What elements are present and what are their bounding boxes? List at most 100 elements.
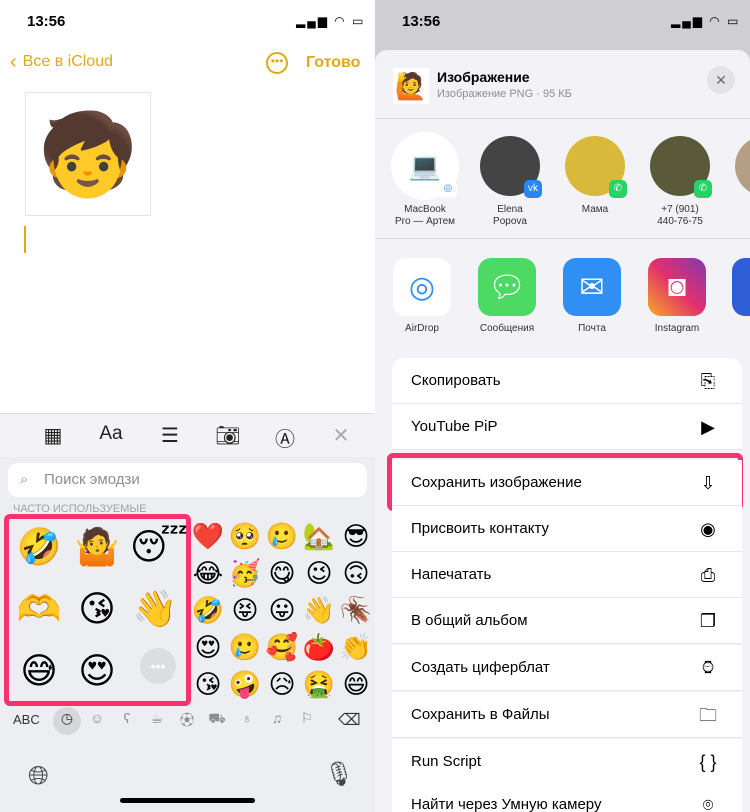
emoji-key[interactable]: 😍 — [190, 629, 226, 665]
app-label: Почта — [578, 323, 606, 334]
app-Сообщения[interactable]: 💬︎ Сообщения — [472, 258, 542, 334]
ball-icon[interactable]: ⚽︎ — [174, 710, 200, 730]
contact-item[interactable]: ✆ +7 (901) 440-76-75 — [640, 136, 720, 228]
clock-icon[interactable]: ◷ — [54, 710, 80, 727]
memoji-sticker[interactable]: 😴 — [130, 522, 188, 572]
car-icon[interactable]: ⛟ — [204, 710, 230, 729]
emoji-key[interactable]: 😎 — [338, 518, 374, 554]
emoji-key[interactable]: 🥺 — [227, 518, 263, 554]
smart-camera-icon: ⌾ — [702, 795, 714, 812]
emoji-key[interactable]: 👋 — [301, 592, 337, 628]
memoji-sticker[interactable]: 😘 — [72, 584, 122, 634]
emoji-key[interactable]: 👏 — [338, 629, 374, 665]
emoji-key[interactable]: 🥲 — [227, 629, 263, 665]
action-row[interactable]: Найти через Умную камеру ⌾ — [392, 782, 742, 812]
contact-name-line1: MacBook — [404, 204, 446, 215]
emoji-key[interactable]: 😛 — [264, 592, 300, 628]
contact-item[interactable]: 💻 ◎ MacBook Pro — Артем — [385, 136, 465, 228]
abc-button[interactable]: ABC — [13, 712, 40, 727]
contact-item[interactable]: Ger — [725, 136, 750, 216]
contact-item[interactable]: ✆ Мама — [555, 136, 635, 216]
action-row[interactable]: В общий альбом ❐ — [392, 598, 742, 644]
contact-name-line1: +7 (901) — [661, 204, 699, 215]
action-row[interactable]: Присвоить контакту ◉ — [392, 506, 742, 552]
food-icon[interactable]: ☕ — [144, 710, 170, 727]
action-row[interactable]: Напечатать ⎙ — [392, 552, 742, 598]
ellipsis-circle-icon[interactable]: ••• — [266, 52, 288, 74]
action-row[interactable]: Сохранить изображение ⇩ — [392, 460, 742, 506]
markup-icon[interactable]: Ⓐ — [270, 423, 300, 452]
share-title: Изображение — [437, 69, 530, 85]
shared-album-icon: ❐ — [699, 611, 717, 631]
action-label: Напечатать — [411, 566, 492, 583]
app-Instagram[interactable]: ◙ Instagram — [642, 258, 712, 334]
emoji-key[interactable]: 🪳 — [338, 592, 374, 628]
emoji-key[interactable]: 🤪 — [227, 666, 263, 702]
done-button[interactable]: Готово — [306, 54, 360, 72]
contact-avatar: vk — [480, 136, 542, 198]
action-label: Создать циферблат — [411, 659, 550, 676]
table-icon[interactable]: ▦ — [38, 423, 68, 448]
whatsapp-icon: ✆ — [609, 180, 627, 198]
globe-icon[interactable]: 🌐︎ — [28, 760, 49, 792]
contact-avatar: ✆ — [650, 136, 712, 198]
bulb-icon[interactable]: ♁ — [234, 710, 260, 726]
camera-icon[interactable]: 📷︎ — [213, 423, 243, 448]
memoji-sticker[interactable]: 👋 — [130, 584, 180, 634]
emoji-key[interactable]: 🥲 — [264, 518, 300, 554]
text-cursor — [24, 226, 26, 253]
close-icon[interactable]: ✕ — [707, 66, 735, 94]
close-icon[interactable]: ✕ — [326, 423, 356, 448]
emoji-key[interactable]: 😥 — [264, 666, 300, 702]
app-label: Instagram — [654, 323, 700, 334]
app-Почта[interactable]: ✉ Почта — [557, 258, 627, 334]
emoji-search-input[interactable]: ⌕ Поиск эмодзи — [8, 463, 367, 497]
microphone-icon[interactable]: 🎙︎ — [324, 760, 354, 789]
checklist-icon[interactable]: ☰ — [155, 423, 185, 448]
emoji-key[interactable]: 😝 — [227, 592, 263, 628]
more-memoji-button[interactable]: ••• — [140, 648, 176, 684]
action-label: Присвоить контакту — [411, 520, 550, 537]
back-button[interactable]: ‹ Все в iCloud — [10, 52, 113, 72]
emoji-key[interactable]: 🤮 — [301, 666, 337, 702]
symbols-icon[interactable]: ♫ — [264, 710, 290, 726]
file-thumbnail: 🙋 — [393, 68, 429, 104]
action-row[interactable]: Создать циферблат ⌚︎ — [392, 645, 742, 691]
app-label: AirDrop — [405, 323, 439, 334]
action-row[interactable]: Скопировать ⎘ — [392, 358, 742, 404]
emoji-key[interactable]: 🥳 — [227, 555, 263, 591]
contact-avatar: ✆ — [565, 136, 627, 198]
status-icons: ▂▄▆ ◠ ▭ — [296, 14, 366, 28]
emoji-key[interactable]: 😄 — [338, 666, 374, 702]
emoji-key[interactable]: 🥰 — [264, 629, 300, 665]
emoji-key[interactable]: 🍅 — [301, 629, 337, 665]
memoji-sticker[interactable]: 😍 — [72, 646, 122, 696]
bear-icon[interactable]: ʕ — [114, 710, 140, 726]
emoji-key[interactable]: 😋 — [264, 555, 300, 591]
memoji-sticker[interactable]: 😅 — [14, 646, 64, 696]
delete-icon[interactable]: ⌫ — [338, 710, 361, 730]
memoji-image[interactable]: 🧒 — [25, 92, 151, 216]
emoji-key[interactable]: 😘 — [190, 666, 226, 702]
action-row[interactable]: Run Script { } — [392, 739, 742, 785]
action-label: Скопировать — [411, 372, 501, 389]
format-icon[interactable]: Aa — [96, 423, 126, 445]
memoji-sticker[interactable]: 🫶 — [14, 584, 64, 634]
emoji-key[interactable]: 😂 — [190, 555, 226, 591]
emoji-key[interactable]: 🤣 — [190, 592, 226, 628]
emoji-key[interactable]: 🏡 — [301, 518, 337, 554]
action-row[interactable]: YouTube PiP ▶ — [392, 404, 742, 450]
app-icon-partial[interactable] — [732, 258, 750, 316]
action-row[interactable]: Сохранить в Файлы 🗀 — [392, 692, 742, 738]
youtube-play-icon: ▶ — [701, 417, 715, 437]
contact-item[interactable]: vk Elena Popova — [470, 136, 550, 228]
memoji-sticker[interactable]: 🤷 — [72, 522, 122, 572]
memoji-sticker[interactable]: 🤣 — [14, 522, 64, 572]
flag-icon[interactable]: ⚐ — [294, 710, 320, 727]
emoji-key[interactable]: 🙃 — [338, 555, 374, 591]
emoji-key[interactable]: 😉 — [301, 555, 337, 591]
app-AirDrop[interactable]: ◎ AirDrop — [387, 258, 457, 334]
action-label: В общий альбом — [411, 612, 528, 629]
smiley-icon[interactable]: ☺ — [84, 710, 110, 726]
emoji-key[interactable]: ❤️ — [190, 518, 226, 554]
